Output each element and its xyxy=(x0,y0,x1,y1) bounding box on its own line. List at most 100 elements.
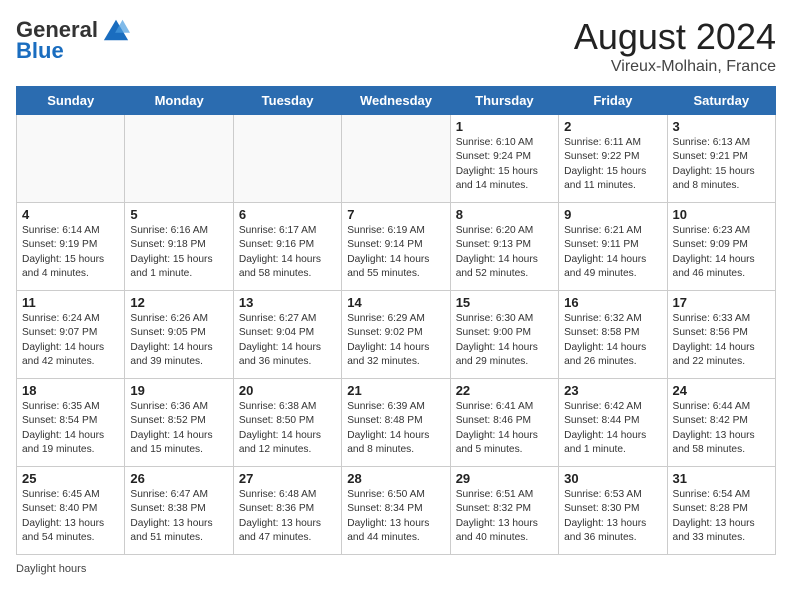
cell-text: Sunrise: 6:45 AM Sunset: 8:40 PM Dayligh… xyxy=(22,488,119,545)
cal-cell xyxy=(233,115,341,203)
cell-text: Sunrise: 6:38 AM Sunset: 8:50 PM Dayligh… xyxy=(239,400,336,457)
day-number: 5 xyxy=(130,207,227,222)
day-number: 20 xyxy=(239,383,336,398)
cell-text: Sunrise: 6:42 AM Sunset: 8:44 PM Dayligh… xyxy=(564,400,661,457)
cal-cell: 19 Sunrise: 6:36 AM Sunset: 8:52 PM Dayli… xyxy=(125,379,233,467)
cal-cell: 21 Sunrise: 6:39 AM Sunset: 8:48 PM Dayli… xyxy=(342,379,450,467)
calendar-table: SundayMondayTuesdayWednesdayThursdayFrid… xyxy=(16,86,776,555)
cell-text: Sunrise: 6:26 AM Sunset: 9:05 PM Dayligh… xyxy=(130,312,227,369)
cal-cell: 10 Sunrise: 6:23 AM Sunset: 9:09 PM Dayli… xyxy=(667,203,775,291)
cell-text: Sunrise: 6:35 AM Sunset: 8:54 PM Dayligh… xyxy=(22,400,119,457)
cell-text: Sunrise: 6:54 AM Sunset: 8:28 PM Dayligh… xyxy=(673,488,770,545)
day-header-monday: Monday xyxy=(125,87,233,115)
cell-text: Sunrise: 6:21 AM Sunset: 9:11 PM Dayligh… xyxy=(564,224,661,281)
cell-text: Sunrise: 6:20 AM Sunset: 9:13 PM Dayligh… xyxy=(456,224,553,281)
day-header-saturday: Saturday xyxy=(667,87,775,115)
cal-cell: 18 Sunrise: 6:35 AM Sunset: 8:54 PM Dayli… xyxy=(17,379,125,467)
cell-text: Sunrise: 6:48 AM Sunset: 8:36 PM Dayligh… xyxy=(239,488,336,545)
day-number: 30 xyxy=(564,471,661,486)
cal-cell: 25 Sunrise: 6:45 AM Sunset: 8:40 PM Dayli… xyxy=(17,467,125,555)
cell-text: Sunrise: 6:10 AM Sunset: 9:24 PM Dayligh… xyxy=(456,136,553,193)
cell-text: Sunrise: 6:32 AM Sunset: 8:58 PM Dayligh… xyxy=(564,312,661,369)
day-number: 9 xyxy=(564,207,661,222)
day-number: 31 xyxy=(673,471,770,486)
cal-cell: 9 Sunrise: 6:21 AM Sunset: 9:11 PM Daylig… xyxy=(559,203,667,291)
cal-cell: 4 Sunrise: 6:14 AM Sunset: 9:19 PM Daylig… xyxy=(17,203,125,291)
cal-cell: 29 Sunrise: 6:51 AM Sunset: 8:32 PM Dayli… xyxy=(450,467,558,555)
cal-cell: 5 Sunrise: 6:16 AM Sunset: 9:18 PM Daylig… xyxy=(125,203,233,291)
day-number: 4 xyxy=(22,207,119,222)
cal-cell: 15Sunrise: 6:30 AM Sunset: 9:00 PM Dayli… xyxy=(450,291,558,379)
day-header-thursday: Thursday xyxy=(450,87,558,115)
cal-cell: 30 Sunrise: 6:53 AM Sunset: 8:30 PM Dayli… xyxy=(559,467,667,555)
day-number: 6 xyxy=(239,207,336,222)
day-number: 23 xyxy=(564,383,661,398)
day-number: 10 xyxy=(673,207,770,222)
cell-text: Sunrise: 6:19 AM Sunset: 9:14 PM Dayligh… xyxy=(347,224,444,281)
month-year: August 2024 xyxy=(574,16,776,58)
cell-text: Sunrise: 6:14 AM Sunset: 9:19 PM Dayligh… xyxy=(22,224,119,281)
cal-cell: 22 Sunrise: 6:41 AM Sunset: 8:46 PM Dayli… xyxy=(450,379,558,467)
cal-cell xyxy=(342,115,450,203)
logo: General Blue xyxy=(16,16,130,64)
cal-cell xyxy=(17,115,125,203)
footer: Daylight hours xyxy=(16,563,776,575)
day-number: 25 xyxy=(22,471,119,486)
cell-text: Sunrise: 6:30 AM Sunset: 9:00 PM Dayligh… xyxy=(456,312,553,369)
cell-text: Sunrise: 6:47 AM Sunset: 8:38 PM Dayligh… xyxy=(130,488,227,545)
day-number: 26 xyxy=(130,471,227,486)
cal-cell: 8 Sunrise: 6:20 AM Sunset: 9:13 PM Daylig… xyxy=(450,203,558,291)
day-number: 19 xyxy=(130,383,227,398)
cell-text: Sunrise: 6:39 AM Sunset: 8:48 PM Dayligh… xyxy=(347,400,444,457)
cal-cell: 7 Sunrise: 6:19 AM Sunset: 9:14 PM Daylig… xyxy=(342,203,450,291)
cell-text: Sunrise: 6:23 AM Sunset: 9:09 PM Dayligh… xyxy=(673,224,770,281)
cell-text: Sunrise: 6:41 AM Sunset: 8:46 PM Dayligh… xyxy=(456,400,553,457)
logo-icon xyxy=(102,16,130,44)
day-number: 28 xyxy=(347,471,444,486)
cal-cell: 24Sunrise: 6:44 AM Sunset: 8:42 PM Dayli… xyxy=(667,379,775,467)
day-header-friday: Friday xyxy=(559,87,667,115)
page-header: General Blue August 2024 Vireux-Molhain,… xyxy=(16,16,776,76)
day-number: 11 xyxy=(22,295,119,310)
day-number: 21 xyxy=(347,383,444,398)
cal-cell: 14 Sunrise: 6:29 AM Sunset: 9:02 PM Dayli… xyxy=(342,291,450,379)
day-number: 29 xyxy=(456,471,553,486)
day-header-wednesday: Wednesday xyxy=(342,87,450,115)
cell-text: Sunrise: 6:29 AM Sunset: 9:02 PM Dayligh… xyxy=(347,312,444,369)
day-number: 17 xyxy=(673,295,770,310)
location: Vireux-Molhain, France xyxy=(574,58,776,76)
cal-cell: 26 Sunrise: 6:47 AM Sunset: 8:38 PM Dayli… xyxy=(125,467,233,555)
day-number: 3 xyxy=(673,119,770,134)
day-header-sunday: Sunday xyxy=(17,87,125,115)
day-number: 12 xyxy=(130,295,227,310)
cal-cell: 16 Sunrise: 6:32 AM Sunset: 8:58 PM Dayli… xyxy=(559,291,667,379)
cell-text: Sunrise: 6:53 AM Sunset: 8:30 PM Dayligh… xyxy=(564,488,661,545)
day-number: 27 xyxy=(239,471,336,486)
cal-cell: 20 Sunrise: 6:38 AM Sunset: 8:50 PM Dayli… xyxy=(233,379,341,467)
cal-cell: 17Sunrise: 6:33 AM Sunset: 8:56 PM Dayli… xyxy=(667,291,775,379)
cal-cell: 12 Sunrise: 6:26 AM Sunset: 9:05 PM Dayli… xyxy=(125,291,233,379)
day-number: 2 xyxy=(564,119,661,134)
day-number: 18 xyxy=(22,383,119,398)
cal-cell: 13Sunrise: 6:27 AM Sunset: 9:04 PM Dayli… xyxy=(233,291,341,379)
cal-cell: 11Sunrise: 6:24 AM Sunset: 9:07 PM Dayli… xyxy=(17,291,125,379)
day-number: 22 xyxy=(456,383,553,398)
day-number: 1 xyxy=(456,119,553,134)
day-number: 13 xyxy=(239,295,336,310)
cell-text: Sunrise: 6:13 AM Sunset: 9:21 PM Dayligh… xyxy=(673,136,770,193)
cal-cell: 31 Sunrise: 6:54 AM Sunset: 8:28 PM Dayli… xyxy=(667,467,775,555)
cell-text: Sunrise: 6:36 AM Sunset: 8:52 PM Dayligh… xyxy=(130,400,227,457)
cal-cell xyxy=(125,115,233,203)
cell-text: Sunrise: 6:51 AM Sunset: 8:32 PM Dayligh… xyxy=(456,488,553,545)
cell-text: Sunrise: 6:16 AM Sunset: 9:18 PM Dayligh… xyxy=(130,224,227,281)
day-number: 24 xyxy=(673,383,770,398)
cal-cell: 3 Sunrise: 6:13 AM Sunset: 9:21 PM Daylig… xyxy=(667,115,775,203)
day-number: 14 xyxy=(347,295,444,310)
cal-cell: 23 Sunrise: 6:42 AM Sunset: 8:44 PM Dayli… xyxy=(559,379,667,467)
cal-cell: 6 Sunrise: 6:17 AM Sunset: 9:16 PM Daylig… xyxy=(233,203,341,291)
day-number: 7 xyxy=(347,207,444,222)
cell-text: Sunrise: 6:17 AM Sunset: 9:16 PM Dayligh… xyxy=(239,224,336,281)
day-number: 16 xyxy=(564,295,661,310)
day-number: 8 xyxy=(456,207,553,222)
cal-cell: 1 Sunrise: 6:10 AM Sunset: 9:24 PM Daylig… xyxy=(450,115,558,203)
